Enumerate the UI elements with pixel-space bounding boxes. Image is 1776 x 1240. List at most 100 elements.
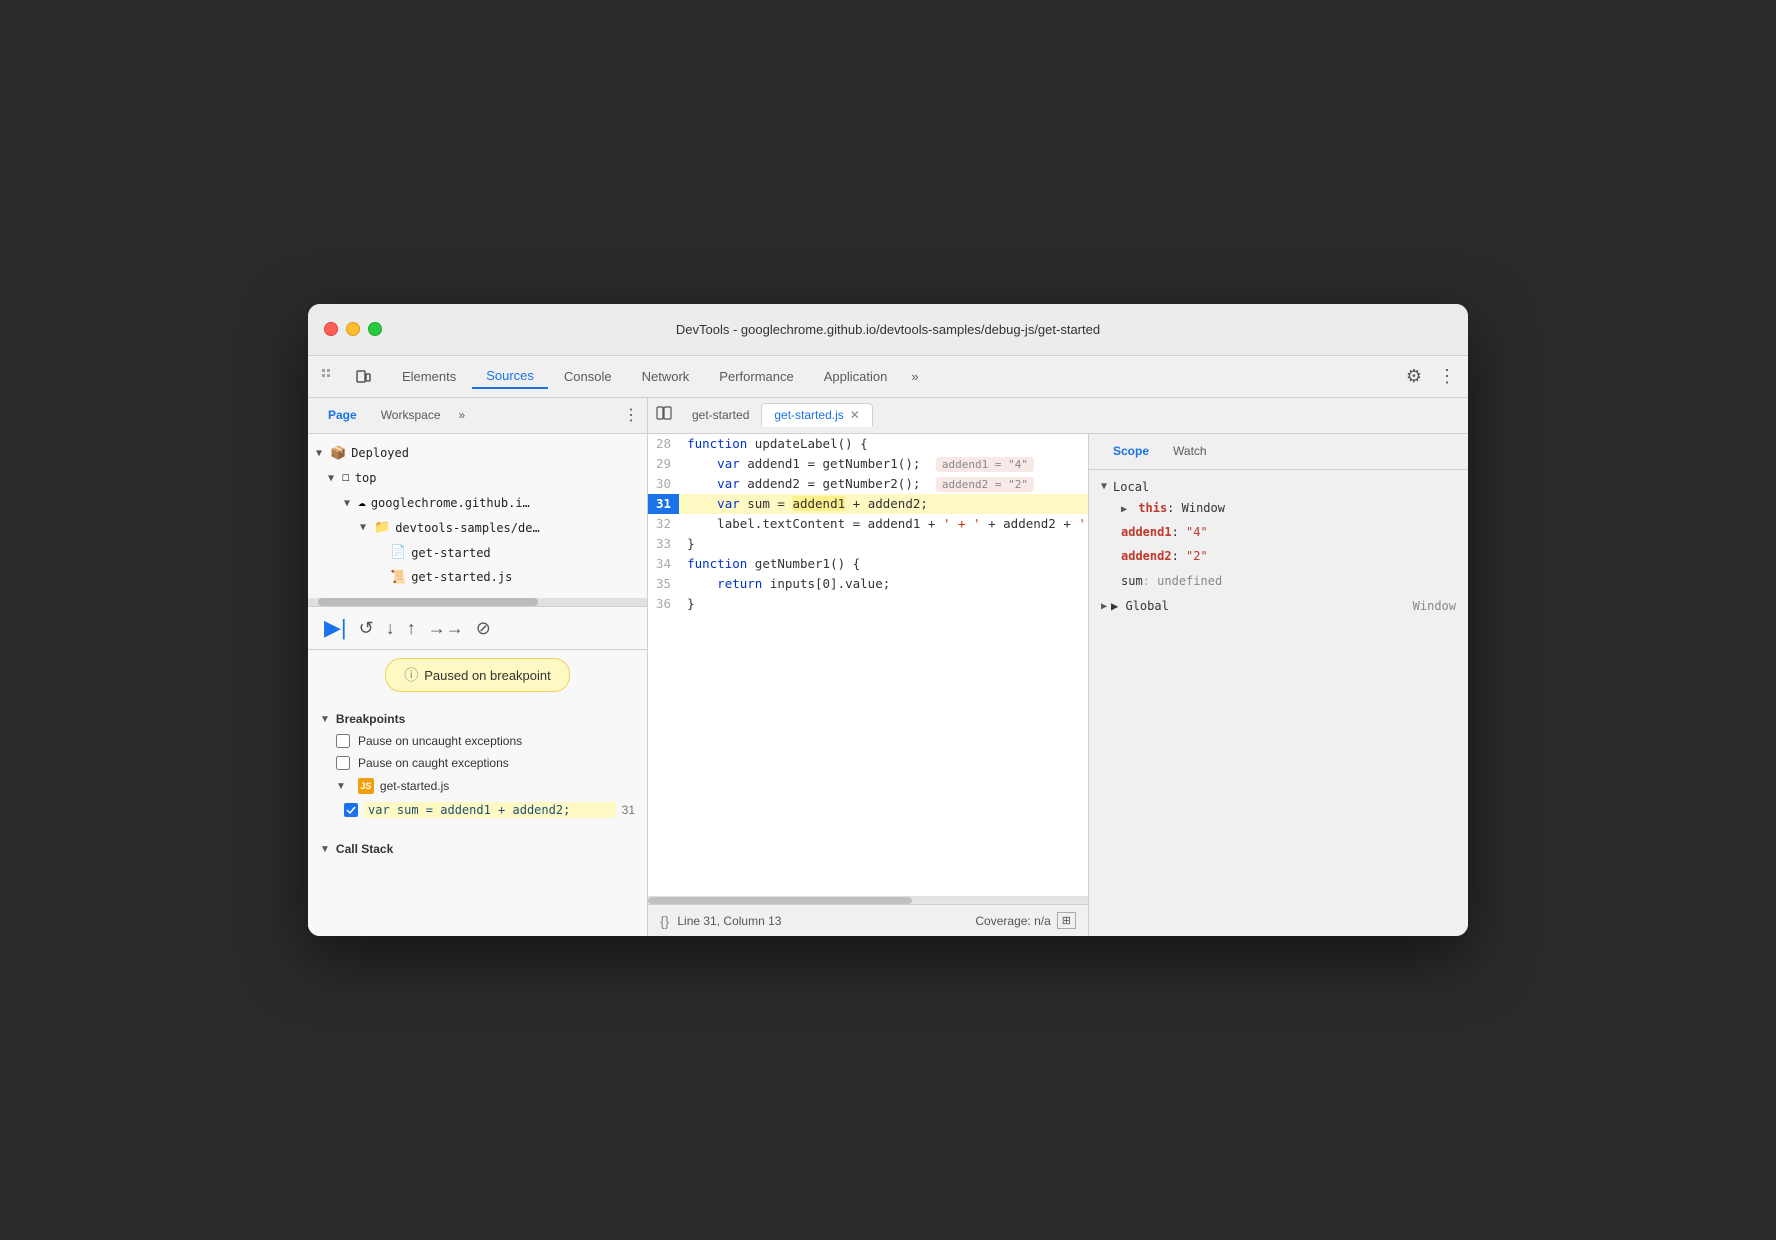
step-icon[interactable]: →→ <box>428 618 464 639</box>
line-code-36: } <box>679 594 1088 614</box>
tree-item-js[interactable]: 📜 get-started.js <box>312 566 643 591</box>
deployed-label: Deployed <box>351 444 409 463</box>
horizontal-scrollbar[interactable] <box>308 598 647 606</box>
origin-label: googlechrome.github.i… <box>371 494 530 513</box>
tab-page[interactable]: Page <box>316 404 369 426</box>
scope-local-group: ▼ Local ▶ this: Window add <box>1101 478 1456 594</box>
step-into-icon[interactable]: ↓ <box>386 618 395 639</box>
titlebar: DevTools - googlechrome.github.io/devtoo… <box>308 304 1468 356</box>
pause-uncaught[interactable]: Pause on uncaught exceptions <box>320 730 635 752</box>
pause-uncaught-checkbox[interactable] <box>336 734 350 748</box>
debug-toolbar: ▶| ↺ ↓ ↑ →→ ⊘ <box>308 607 647 650</box>
main-toolbar: Elements Sources Console Network Perform… <box>308 356 1468 398</box>
resume-icon[interactable]: ▶| <box>324 615 347 641</box>
paused-text: Paused on breakpoint <box>424 668 550 683</box>
step-out-icon[interactable]: ↑ <box>407 618 416 639</box>
toolbar-icons <box>316 363 388 389</box>
scope-item-sum[interactable]: sum: undefined <box>1101 569 1456 593</box>
addend1-val: "4" <box>1186 525 1208 539</box>
tab-scope[interactable]: Scope <box>1101 440 1161 462</box>
this-val: Window <box>1182 501 1225 515</box>
arrow-origin: ▼ <box>344 496 354 512</box>
scope-local-header[interactable]: ▼ Local <box>1101 478 1456 496</box>
scope-tabs: Scope Watch <box>1089 434 1468 470</box>
breakpoints-arrow: ▼ <box>320 714 330 725</box>
local-arrow: ▼ <box>1101 481 1107 492</box>
tree-item-html[interactable]: 📄 get-started <box>312 541 643 566</box>
tab-console[interactable]: Console <box>550 365 626 388</box>
this-colon: : <box>1167 501 1181 515</box>
sum-colon: : <box>1143 574 1157 588</box>
breakpoints-title: Breakpoints <box>336 712 405 726</box>
tree-item-folder[interactable]: ▼ 📁 devtools-samples/de… <box>312 516 643 541</box>
sum-key: sum <box>1121 574 1143 588</box>
status-bar: {} Line 31, Column 13 Coverage: n/a ⊞ <box>648 904 1088 936</box>
devtools-window: DevTools - googlechrome.github.io/devtoo… <box>308 304 1468 937</box>
tree-item-deployed[interactable]: ▼ 📦 Deployed <box>312 442 643 467</box>
code-scrollbar[interactable] <box>648 896 1088 904</box>
html-label: get-started <box>411 544 490 563</box>
global-val: Window <box>1413 599 1456 613</box>
deployed-icon: 📦 <box>330 444 346 465</box>
addend2-colon: : <box>1172 549 1186 563</box>
paused-badge: ⓘ Paused on breakpoint <box>385 658 569 692</box>
scope-global-group: ▶ ▶ Global Window <box>1101 597 1456 615</box>
scope-item-addend2[interactable]: addend2: "2" <box>1101 544 1456 568</box>
tab-network[interactable]: Network <box>628 365 704 388</box>
device-toolbar-icon[interactable] <box>350 363 376 389</box>
scope-item-this[interactable]: ▶ this: Window <box>1101 496 1456 520</box>
file-navigator-panel: Page Workspace » ⋮ ▼ 📦 Deployed ▼ ☐ t <box>308 398 648 937</box>
pause-caught[interactable]: Pause on caught exceptions <box>320 752 635 774</box>
customize-menu-icon[interactable]: ⋮ <box>1434 362 1460 391</box>
code-line-31: 31 var sum = addend1 + addend2; <box>648 494 1088 514</box>
navigator-menu-icon[interactable]: ⋮ <box>623 405 639 425</box>
call-stack-section: ▼ Call Stack <box>308 830 647 868</box>
tab-performance[interactable]: Performance <box>705 365 807 388</box>
maximize-button[interactable] <box>368 322 382 336</box>
this-key: this <box>1138 501 1167 515</box>
call-stack-header[interactable]: ▼ Call Stack <box>320 838 635 860</box>
tab-workspace[interactable]: Workspace <box>369 404 453 426</box>
sum-val: undefined <box>1157 574 1222 588</box>
pause-caught-label: Pause on caught exceptions <box>358 756 509 770</box>
more-navigator-tabs[interactable]: » <box>453 404 472 426</box>
tab-application[interactable]: Application <box>810 365 902 388</box>
tab-watch[interactable]: Watch <box>1161 440 1219 462</box>
cursor-icon[interactable] <box>316 363 342 389</box>
scope-global-header[interactable]: ▶ ▶ Global Window <box>1101 597 1456 615</box>
tab-sources[interactable]: Sources <box>472 364 548 389</box>
tab-get-started-html[interactable]: get-started <box>680 404 761 426</box>
breakpoint-line-item[interactable]: var sum = addend1 + addend2; 31 <box>320 798 635 822</box>
bp-line-checkbox[interactable] <box>344 803 358 817</box>
scope-panel: Scope Watch ▼ Local <box>1088 434 1468 937</box>
deactivate-breakpoints-icon[interactable]: ⊘ <box>476 618 491 639</box>
breakpoints-header[interactable]: ▼ Breakpoints <box>320 708 635 730</box>
tab-elements[interactable]: Elements <box>388 365 470 388</box>
tree-item-top[interactable]: ▼ ☐ top <box>312 466 643 491</box>
line-num-36: 36 <box>648 594 679 614</box>
close-tab-icon[interactable]: ✕ <box>850 408 860 422</box>
window-title: DevTools - googlechrome.github.io/devtoo… <box>324 322 1452 337</box>
bp-filename: get-started.js <box>380 779 449 793</box>
toolbar-right: ⚙ ⋮ <box>1402 362 1460 391</box>
tab-get-started-js[interactable]: get-started.js ✕ <box>761 403 872 427</box>
scrollbar-thumb <box>318 598 538 606</box>
addend2-key: addend2 <box>1121 549 1172 563</box>
addend1-key: addend1 <box>1121 525 1172 539</box>
toggle-sidebar-icon[interactable] <box>656 405 672 426</box>
line-num-34: 34 <box>648 554 679 574</box>
code-line-34: 34 function getNumber1() { <box>648 554 1088 574</box>
scope-item-addend1[interactable]: addend1: "4" <box>1101 520 1456 544</box>
more-tabs-button[interactable]: » <box>903 365 926 388</box>
coverage-icon[interactable]: ⊞ <box>1057 912 1076 929</box>
step-over-icon[interactable]: ↺ <box>359 618 374 639</box>
traffic-lights <box>324 322 382 336</box>
code-editor[interactable]: 28 function updateLabel() { 29 var adden… <box>648 434 1088 897</box>
minimize-button[interactable] <box>346 322 360 336</box>
this-arrow: ▶ <box>1121 504 1127 515</box>
pause-caught-checkbox[interactable] <box>336 756 350 770</box>
tree-item-origin[interactable]: ▼ ☁ googlechrome.github.i… <box>312 491 643 516</box>
close-button[interactable] <box>324 322 338 336</box>
settings-icon[interactable]: ⚙ <box>1402 362 1426 391</box>
breakpoint-file-item[interactable]: ▼ JS get-started.js <box>320 774 635 798</box>
